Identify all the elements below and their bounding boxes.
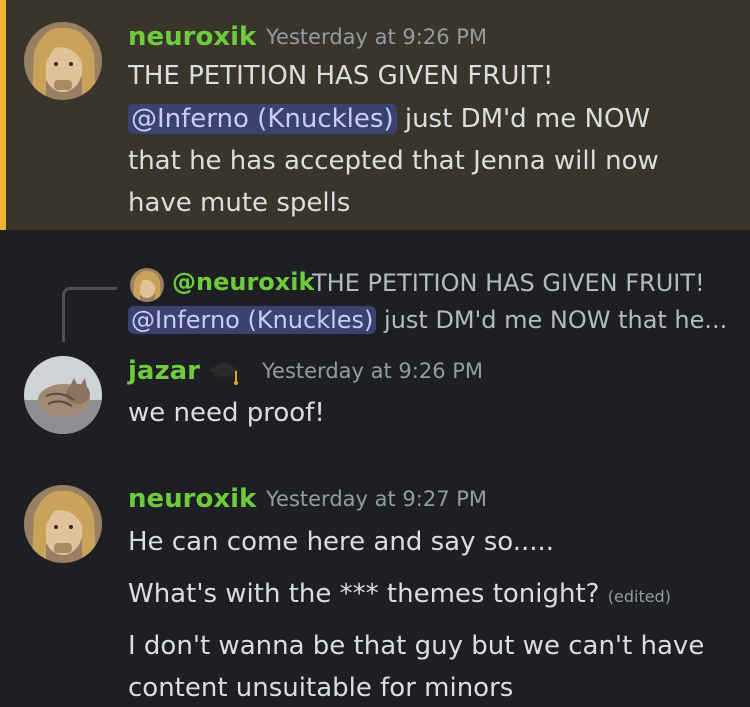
- message-text-line: that he has accepted that Jenna will now: [128, 146, 659, 176]
- message-text-line: I don't wanna be that guy but we can't h…: [128, 631, 705, 661]
- message-highlighted[interactable]: neuroxik Yesterday at 9:26 PM THE PETITI…: [0, 0, 750, 230]
- edited-label: (edited): [607, 587, 671, 606]
- username[interactable]: neuroxik: [128, 22, 256, 52]
- user-mention[interactable]: @Inferno (Knuckles): [128, 104, 397, 134]
- timestamp: Yesterday at 9:26 PM: [262, 359, 484, 383]
- reply-text-line: @Inferno (Knuckles) just DM'd me NOW tha…: [128, 306, 727, 334]
- username[interactable]: jazar: [128, 356, 200, 386]
- avatar[interactable]: [24, 22, 102, 100]
- chat-screen: neuroxik Yesterday at 9:26 PM THE PETITI…: [0, 0, 750, 707]
- message-text-line: What's with the *** themes tonight? (edi…: [128, 579, 671, 609]
- username[interactable]: neuroxik: [128, 484, 256, 514]
- graduation-cap-icon: [204, 358, 244, 390]
- avatar[interactable]: [24, 485, 102, 563]
- reply-avatar: [130, 268, 164, 302]
- reply-username[interactable]: @neuroxik: [172, 268, 314, 296]
- avatar[interactable]: [24, 356, 102, 434]
- message-text-line: THE PETITION HAS GIVEN FRUIT!: [128, 61, 554, 91]
- message-text-line: @Inferno (Knuckles) just DM'd me NOW: [128, 103, 650, 135]
- timestamp: Yesterday at 9:27 PM: [266, 487, 488, 511]
- message-text-line: we need proof!: [128, 398, 325, 428]
- message-text-line: content unsuitable for minors: [128, 673, 514, 703]
- message-text-line: He can come here and say so.....: [128, 527, 555, 557]
- message-text-line: have mute spells: [128, 188, 351, 218]
- user-mention[interactable]: @Inferno (Knuckles): [128, 306, 377, 334]
- timestamp: Yesterday at 9:26 PM: [266, 25, 488, 49]
- reply-spine: [62, 287, 117, 342]
- reply-text: THE PETITION HAS GIVEN FRUIT!: [312, 269, 705, 297]
